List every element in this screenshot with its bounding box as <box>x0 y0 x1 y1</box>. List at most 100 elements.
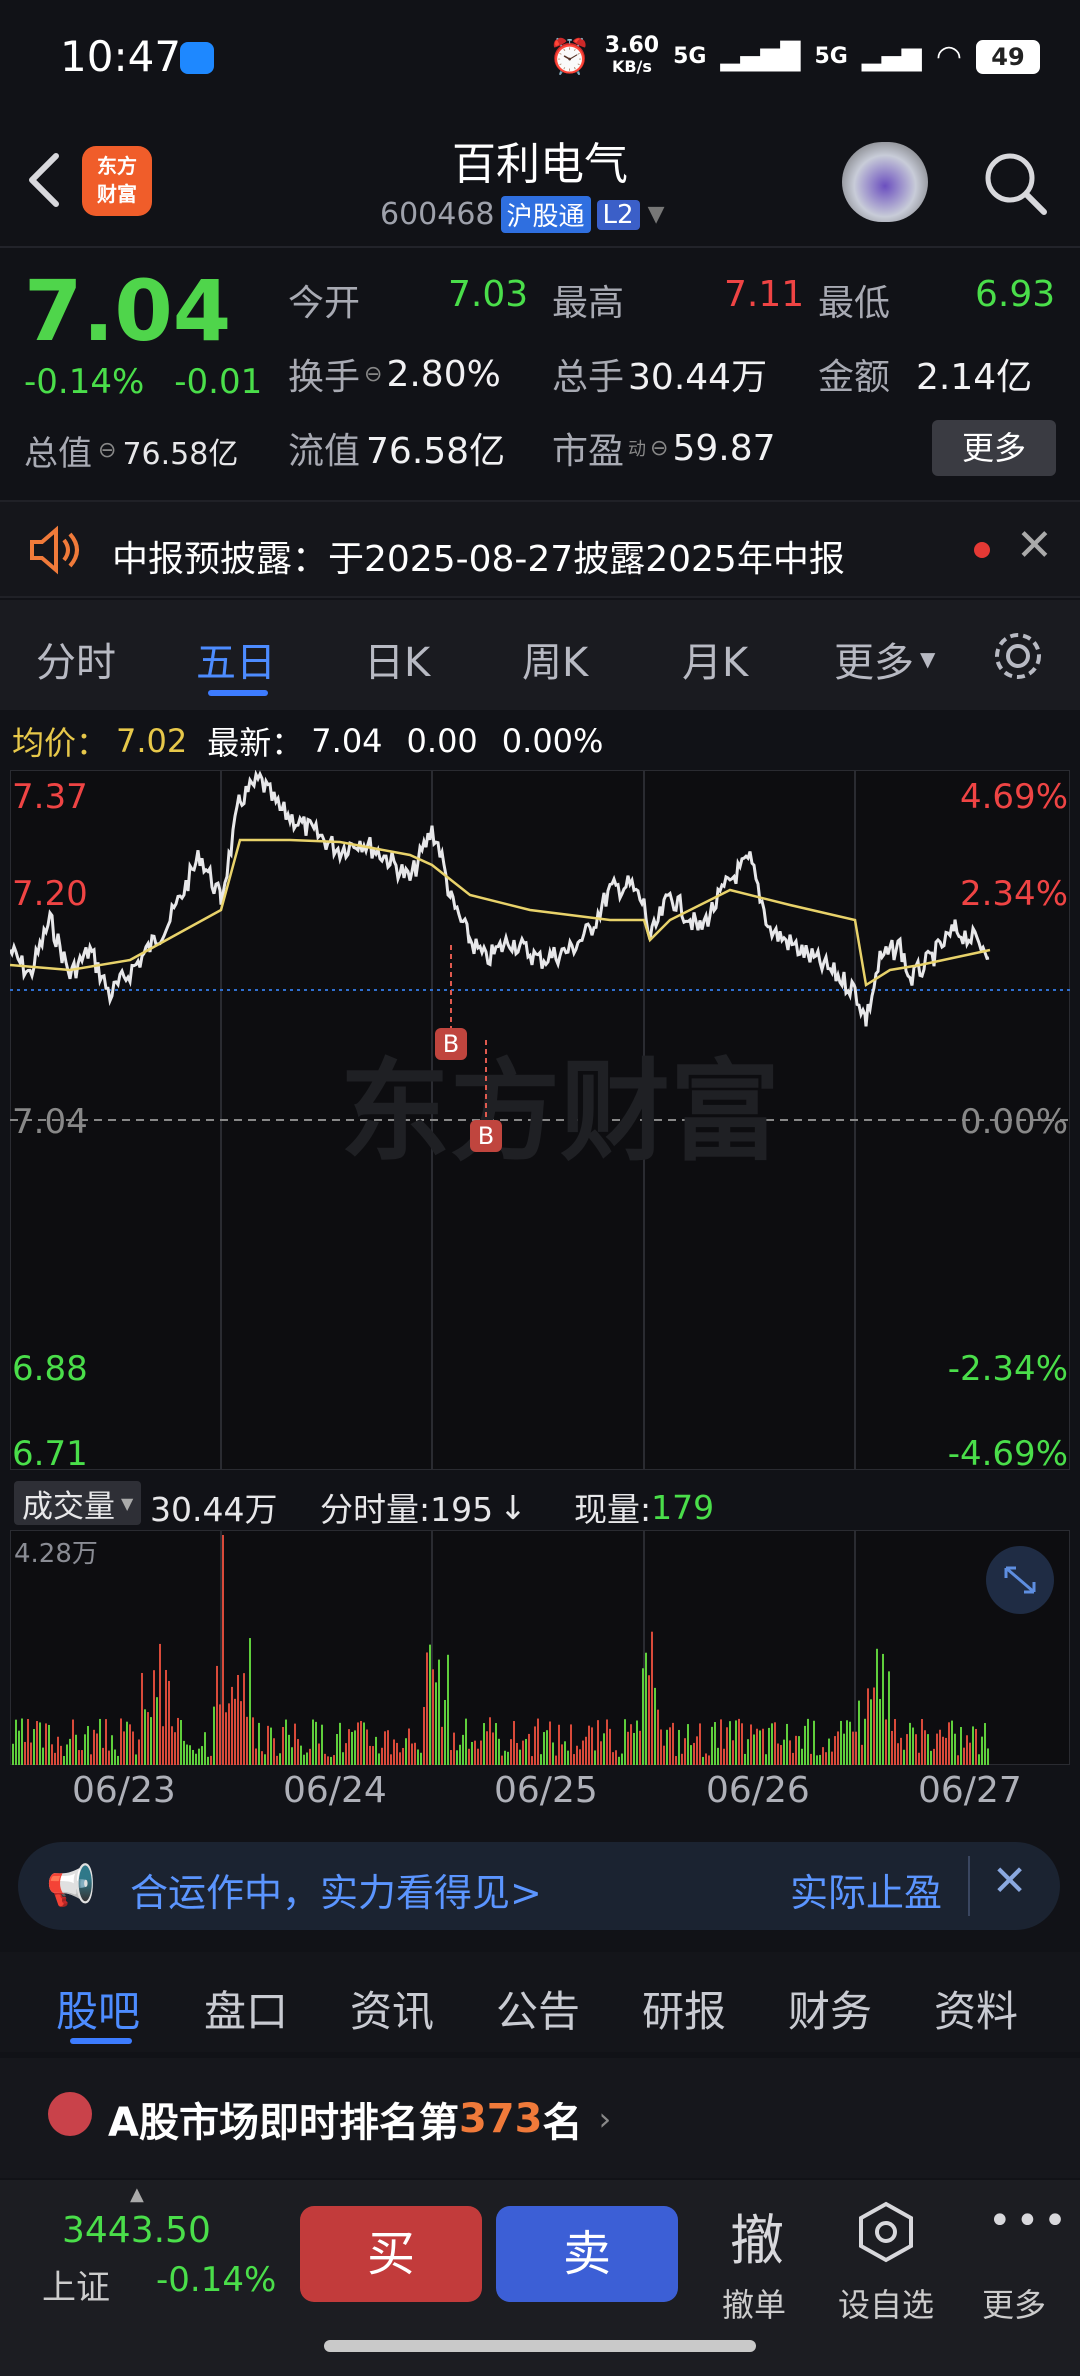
stock-code-row[interactable]: 600468 沪股通 L2 ▼ <box>380 196 665 233</box>
volume-bar <box>240 1701 242 1765</box>
search-icon[interactable] <box>980 148 1050 218</box>
volume-bar <box>471 1741 473 1765</box>
clock: 10:47 <box>60 32 182 81</box>
volume-bar <box>843 1733 845 1765</box>
volume-bar <box>345 1743 347 1765</box>
tab-weekly-k[interactable]: 周K <box>522 630 588 688</box>
tab-intraday[interactable]: 分时 <box>36 630 116 688</box>
notice-bar[interactable]: 中报预披露：于2025-08-27披露2025年中报 ✕ <box>0 500 1080 598</box>
settings-gear-icon[interactable] <box>990 628 1046 684</box>
volume-bar <box>330 1756 332 1765</box>
tab-five-day[interactable]: 五日 <box>196 630 276 688</box>
volume-bar <box>864 1718 866 1765</box>
volume-header: 成交量 ▼ 30.44万 分时量:195 ↓ 现量: 179 <box>0 1475 1080 1531</box>
active-tab-indicator <box>70 2038 132 2044</box>
home-indicator[interactable] <box>324 2340 756 2352</box>
volume-bar <box>297 1739 299 1765</box>
ranking-row[interactable]: A股市场即时排名第 373 名 › <box>0 2058 1080 2178</box>
more-dots-icon[interactable]: ••• <box>988 2198 1071 2244</box>
volume-bar <box>501 1755 503 1765</box>
index-value[interactable]: 3443.50 <box>62 2210 211 2251</box>
add-watchlist-label[interactable]: 设自选 <box>838 2280 934 2326</box>
tab-news[interactable]: 资讯 <box>350 1978 434 2039</box>
volume-bar <box>177 1717 179 1765</box>
volume-bar <box>732 1740 734 1765</box>
volume-bar <box>687 1724 689 1765</box>
date-tick-0: 06/23 <box>72 1770 176 1811</box>
volume-bar <box>669 1727 671 1765</box>
close-icon[interactable]: ✕ <box>1016 520 1053 571</box>
assistant-robot-icon[interactable] <box>842 142 928 222</box>
tab-announcements[interactable]: 公告 <box>496 1978 580 2039</box>
volume-bar <box>513 1721 515 1765</box>
open-cell: 今开 <box>288 283 361 324</box>
cancel-order-label[interactable]: 撤单 <box>722 2280 786 2326</box>
volume-bar <box>303 1754 305 1765</box>
signal-bars-icon-2: ▂▄▆ <box>861 41 922 72</box>
ad-right-text: 实际止盈 <box>790 1871 943 1915</box>
add-watchlist-icon[interactable] <box>856 2200 916 2264</box>
buy-button[interactable]: 买 <box>300 2206 482 2302</box>
tab-guba[interactable]: 股吧 <box>56 1978 140 2039</box>
volume-bar <box>624 1719 626 1765</box>
volume-bar <box>156 1697 158 1765</box>
volume-bar <box>987 1748 989 1765</box>
volume-bar <box>393 1739 395 1765</box>
tab-daily-k[interactable]: 日K <box>364 630 430 688</box>
current-volume: 现量: 179 <box>574 1487 715 1530</box>
y-tick-left-1: 7.20 <box>12 874 88 914</box>
volume-bar <box>153 1670 155 1765</box>
five-day-price-chart[interactable]: 东方财富 B B 7.37 7.20 7.04 6.88 6.71 4.69% … <box>10 770 1070 1470</box>
volume-bar <box>741 1723 743 1765</box>
tab-financials[interactable]: 财务 <box>788 1978 872 2039</box>
pe-cell[interactable]: 市盈动 ⊖ 59.87 <box>552 422 776 474</box>
volume-bar <box>126 1721 128 1765</box>
tab-more[interactable]: 更多 ▼ <box>834 630 935 688</box>
volume-bar <box>249 1638 251 1765</box>
high-label: 最高 <box>552 283 625 324</box>
volume-bar <box>27 1718 29 1765</box>
volume-bar <box>54 1752 56 1765</box>
volume-selector[interactable]: 成交量 ▼ <box>14 1481 142 1525</box>
volume-bar <box>819 1754 821 1765</box>
tab-order-book[interactable]: 盘口 <box>204 1978 288 2039</box>
volume-bar <box>825 1752 827 1765</box>
volume-bar <box>201 1746 203 1765</box>
volume-bar <box>717 1747 719 1765</box>
more-button[interactable]: 更多 <box>932 420 1056 476</box>
tab-monthly-k[interactable]: 月K <box>682 630 748 688</box>
volume-bar <box>585 1736 587 1765</box>
net-speed: 3.60 KB/s <box>604 33 660 77</box>
tab-profile[interactable]: 资料 <box>934 1978 1018 2039</box>
more-label[interactable]: 更多 <box>982 2280 1046 2326</box>
volume-bar <box>708 1755 710 1765</box>
volume-bar <box>681 1753 683 1765</box>
turnover-cell[interactable]: 换手 ⊖ 2.80% <box>288 348 501 400</box>
volume-bar <box>402 1747 404 1765</box>
status-bar: 10:47 ⏰ 3.60 KB/s 5G ▂▄▆█ 5G ▂▄▆ ◠ 49 <box>0 0 1080 118</box>
volume-bar <box>966 1735 968 1765</box>
market-cap[interactable]: 总值 ⊖ 76.58亿 <box>24 426 238 475</box>
volume-bar <box>120 1718 122 1765</box>
volume-bar <box>468 1748 470 1765</box>
notice-text: 中报预披露：于2025-08-27披露2025年中报 <box>112 539 845 580</box>
volume-bar <box>426 1652 428 1765</box>
price-change: -0.14% -0.01 <box>24 362 262 402</box>
volume-bar <box>579 1749 581 1765</box>
index-change: -0.14% <box>156 2260 277 2300</box>
volume-bar <box>360 1720 362 1765</box>
volume-bar <box>195 1753 197 1765</box>
close-icon[interactable]: ✕ <box>992 1856 1027 1905</box>
volume-total: 30.44万 <box>150 1490 278 1529</box>
sell-button[interactable]: 卖 <box>496 2206 678 2302</box>
volume-bar <box>738 1718 740 1765</box>
volume-bar <box>552 1742 554 1765</box>
volume-bar <box>87 1726 89 1765</box>
volume-bar <box>315 1721 317 1765</box>
ad-banner[interactable]: 📢 合运作中，实力看得见> 实际止盈 ✕ <box>18 1842 1060 1930</box>
volume-bar <box>384 1731 386 1765</box>
volume-chart[interactable]: 4.28万 <box>10 1530 1070 1765</box>
caret-down-icon: ▼ <box>920 647 936 671</box>
volume-bar <box>117 1755 119 1765</box>
tab-research[interactable]: 研报 <box>642 1978 726 2039</box>
